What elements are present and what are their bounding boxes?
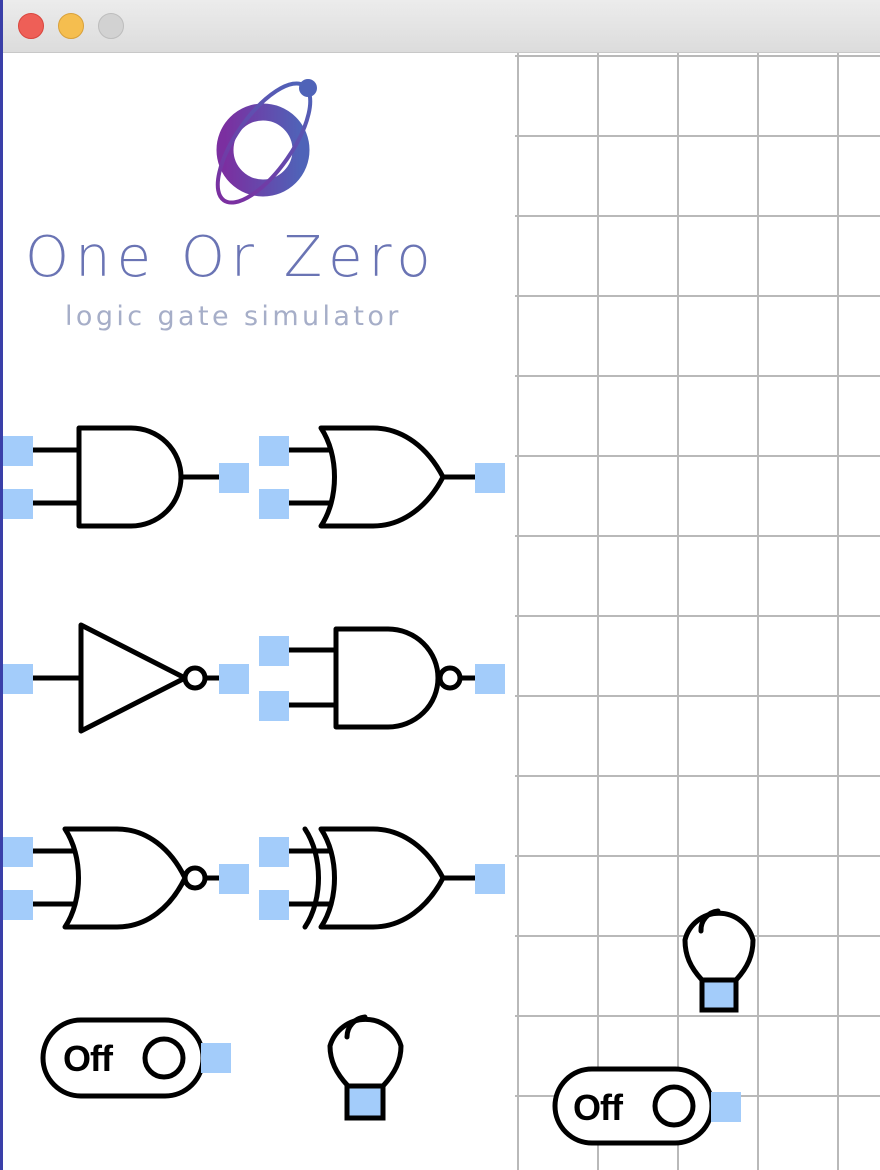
- maximize-button[interactable]: [98, 13, 124, 39]
- and-gate[interactable]: [3, 425, 249, 529]
- nand-gate[interactable]: [259, 626, 505, 730]
- canvas-grid: [515, 53, 880, 1170]
- component-palette: One Or Zero logic gate simulator Off: [3, 53, 515, 1170]
- input-pin[interactable]: [259, 837, 289, 867]
- output-pin[interactable]: [219, 664, 249, 694]
- palette-drawing: [3, 79, 505, 1121]
- input-pin[interactable]: [259, 436, 289, 466]
- switch-label: Off: [63, 1038, 113, 1079]
- light-bulb-icon[interactable]: [327, 1014, 404, 1121]
- output-pin[interactable]: [475, 864, 505, 894]
- input-pin[interactable]: [259, 691, 289, 721]
- input-pin[interactable]: [3, 664, 33, 694]
- switch-label: Off: [573, 1087, 623, 1128]
- input-pin[interactable]: [3, 890, 33, 920]
- input-pin[interactable]: [259, 636, 289, 666]
- nor-gate[interactable]: [3, 826, 249, 930]
- circuit-canvas[interactable]: Off: [515, 53, 880, 1170]
- output-pin[interactable]: [219, 463, 249, 493]
- light-bulb-icon[interactable]: [682, 908, 756, 1013]
- title-bar: [3, 0, 880, 53]
- input-pin[interactable]: [3, 436, 33, 466]
- input-pin[interactable]: [259, 890, 289, 920]
- output-pin[interactable]: [475, 463, 505, 493]
- or-gate[interactable]: [259, 425, 505, 529]
- input-pin[interactable]: [3, 489, 33, 519]
- output-pin[interactable]: [201, 1043, 231, 1073]
- output-pin[interactable]: [711, 1092, 741, 1122]
- xor-gate[interactable]: [259, 826, 505, 930]
- app-title: One Or Zero: [25, 225, 437, 290]
- output-pin[interactable]: [475, 664, 505, 694]
- app-window: One Or Zero logic gate simulator Off Off: [3, 53, 880, 1170]
- not-gate[interactable]: [3, 622, 249, 734]
- close-button[interactable]: [18, 13, 44, 39]
- input-pin[interactable]: [3, 837, 33, 867]
- minimize-button[interactable]: [58, 13, 84, 39]
- planet-orbit-logo: [215, 79, 317, 205]
- canvas-drawing: [515, 53, 880, 1170]
- input-pin[interactable]: [259, 489, 289, 519]
- app-subtitle: logic gate simulator: [65, 301, 402, 332]
- output-pin[interactable]: [219, 864, 249, 894]
